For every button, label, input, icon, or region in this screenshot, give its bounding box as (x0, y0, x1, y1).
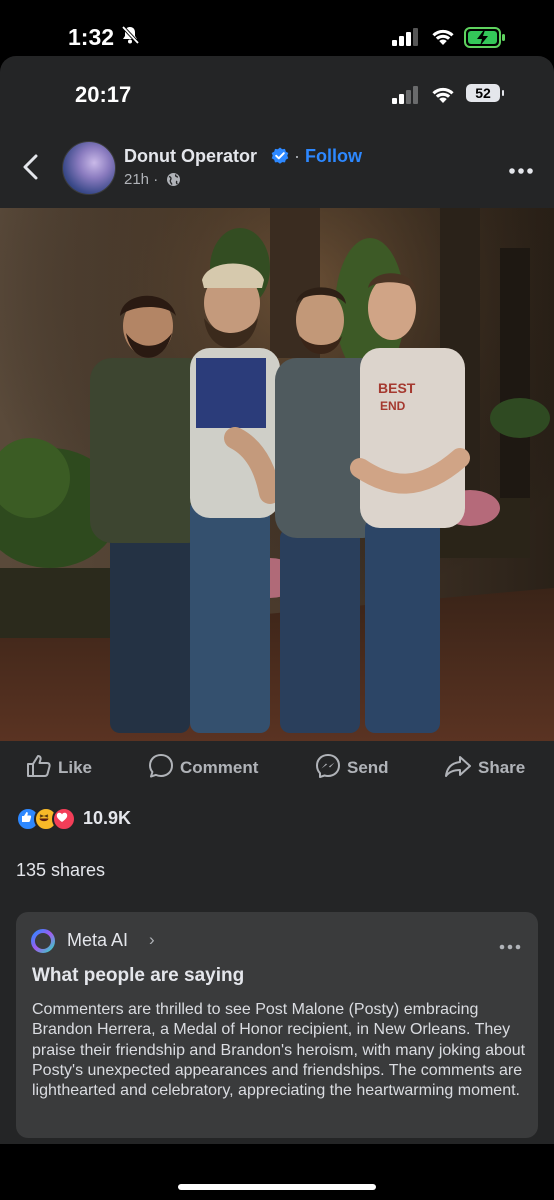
send-label: Send (347, 758, 389, 777)
outer-status-time: 1:32 (68, 24, 115, 50)
cell-signal-icon (392, 86, 420, 109)
messenger-icon (315, 753, 341, 784)
comment-icon (148, 753, 174, 784)
home-indicator[interactable] (178, 1184, 376, 1190)
post-photo[interactable]: BEST END (0, 208, 554, 741)
battery-level: 52 (466, 84, 504, 102)
share-label: Share (478, 758, 526, 777)
reaction-count[interactable]: 10.9K (83, 808, 131, 829)
comment-label: Comment (180, 758, 259, 777)
post-timestamp: 21h · (124, 171, 159, 188)
like-icon (26, 754, 52, 783)
wifi-icon (430, 84, 456, 109)
love-reaction-icon (52, 807, 76, 831)
like-button[interactable]: Like (26, 754, 93, 783)
comment-button[interactable]: Comment (148, 753, 259, 784)
svg-text:END: END (380, 399, 406, 413)
author-avatar[interactable] (62, 141, 116, 195)
inner-status-time: 20:17 (75, 82, 132, 107)
meta-ai-label[interactable]: Meta AI (67, 930, 128, 951)
verified-badge-icon (271, 147, 289, 170)
shares-count[interactable]: 135 shares (16, 860, 105, 881)
svg-text:BEST: BEST (378, 380, 416, 396)
separator-dot: · (294, 146, 300, 166)
author-name[interactable]: Donut Operator (124, 146, 257, 167)
like-label: Like (58, 758, 93, 777)
follow-button[interactable]: Follow (305, 146, 362, 167)
globe-icon (166, 172, 181, 192)
battery-charging-icon (464, 27, 506, 54)
more-icon[interactable] (499, 937, 521, 955)
share-button[interactable]: Share (444, 755, 525, 781)
reaction-icons[interactable] (16, 807, 76, 831)
wifi-icon (430, 26, 456, 51)
chevron-right-icon[interactable]: › (149, 930, 155, 950)
more-icon[interactable] (508, 162, 534, 180)
back-chevron-icon[interactable] (20, 154, 42, 185)
summary-heading: What people are saying (32, 965, 245, 986)
share-icon (444, 754, 472, 783)
meta-ai-logo-icon (30, 928, 56, 959)
bell-off-icon (120, 25, 140, 50)
summary-body: Commenters are thrilled to see Post Malo… (32, 1001, 526, 1100)
send-button[interactable]: Send (315, 753, 389, 784)
cell-signal-icon (392, 28, 420, 51)
